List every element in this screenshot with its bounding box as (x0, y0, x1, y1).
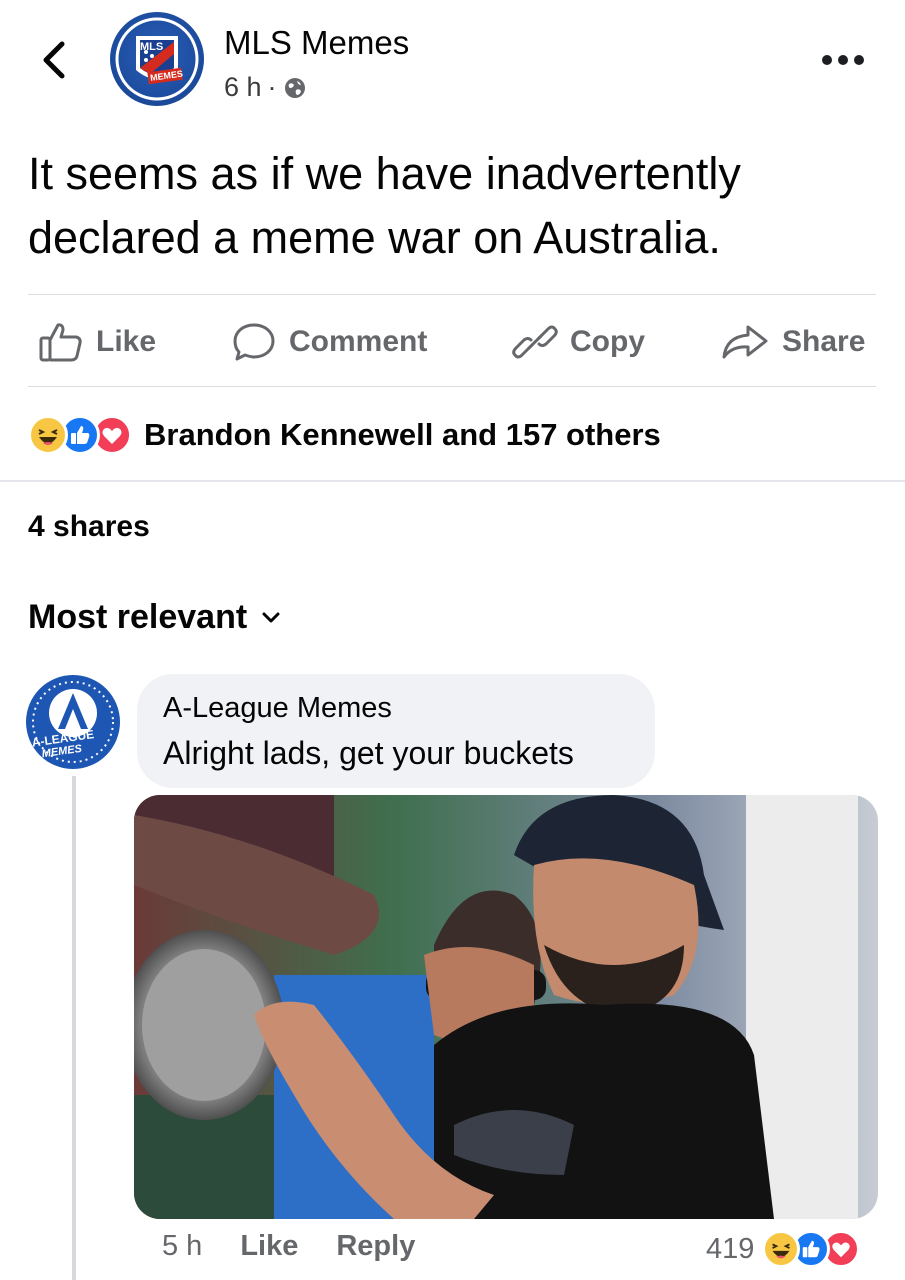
post-meta: 6 h · (224, 72, 307, 103)
bucket-meme-photo (134, 795, 878, 1219)
meta-separator: · (267, 72, 277, 102)
divider (28, 294, 876, 295)
comment-time[interactable]: 5 h (162, 1230, 202, 1263)
share-arrow-icon (722, 325, 768, 359)
comment-button[interactable]: Comment (231, 318, 427, 366)
globe-icon (284, 77, 305, 98)
reactions-text: Brandon Kennewell and 157 others (144, 417, 661, 452)
thumbs-up-icon (39, 323, 82, 362)
sort-label: Most relevant (28, 598, 248, 636)
like-button[interactable]: Like (38, 318, 156, 366)
like-label: Like (96, 325, 157, 358)
haha-reaction-icon (762, 1230, 801, 1268)
comment-reaction-count: 419 (706, 1232, 755, 1265)
comment-image[interactable] (134, 795, 878, 1219)
comment-text: Alright lads, get your buckets (163, 735, 574, 771)
comment-footer: 5 h Like Reply (162, 1230, 415, 1263)
comment-author[interactable]: A-League Memes (163, 692, 392, 725)
share-button[interactable]: Share (720, 318, 865, 366)
divider (28, 386, 876, 387)
comment-reactions[interactable]: 419 (706, 1230, 861, 1268)
chevron-down-icon (262, 612, 280, 622)
section-divider (0, 480, 905, 482)
copy-button[interactable]: Copy (512, 318, 645, 366)
comment-label: Comment (289, 325, 428, 358)
copy-label: Copy (570, 325, 645, 358)
comment-like-button[interactable]: Like (240, 1230, 298, 1263)
back-arrow-icon[interactable] (34, 38, 74, 82)
haha-reaction-icon (28, 415, 68, 455)
a-league-logo-icon: A-LEAGUE MEMES (29, 678, 117, 766)
avatar-mls-text: MLS (140, 41, 163, 53)
more-options-icon[interactable] (822, 50, 872, 70)
page-avatar[interactable]: MLS MEMES (110, 12, 204, 106)
link-icon (512, 325, 558, 359)
comment-reply-button[interactable]: Reply (336, 1230, 415, 1263)
mls-logo-icon: MLS MEMES (115, 17, 199, 101)
post-header: MLS MEMES MLS Memes 6 h · (0, 0, 905, 120)
shares-count[interactable]: 4 shares (28, 510, 150, 544)
share-label: Share (782, 325, 866, 358)
post-actions: Like Comment Copy Share (28, 300, 876, 386)
commenter-avatar[interactable]: A-LEAGUE MEMES (26, 675, 120, 769)
post-time[interactable]: 6 h (224, 72, 262, 103)
comment-sort-dropdown[interactable]: Most relevant (28, 598, 281, 637)
reactions-summary[interactable]: Brandon Kennewell and 157 others (28, 410, 661, 460)
page-name[interactable]: MLS Memes (224, 24, 409, 62)
post-text: It seems as if we have inadvertently dec… (28, 148, 741, 263)
comment-icon (233, 323, 275, 361)
thread-line (72, 776, 76, 1280)
